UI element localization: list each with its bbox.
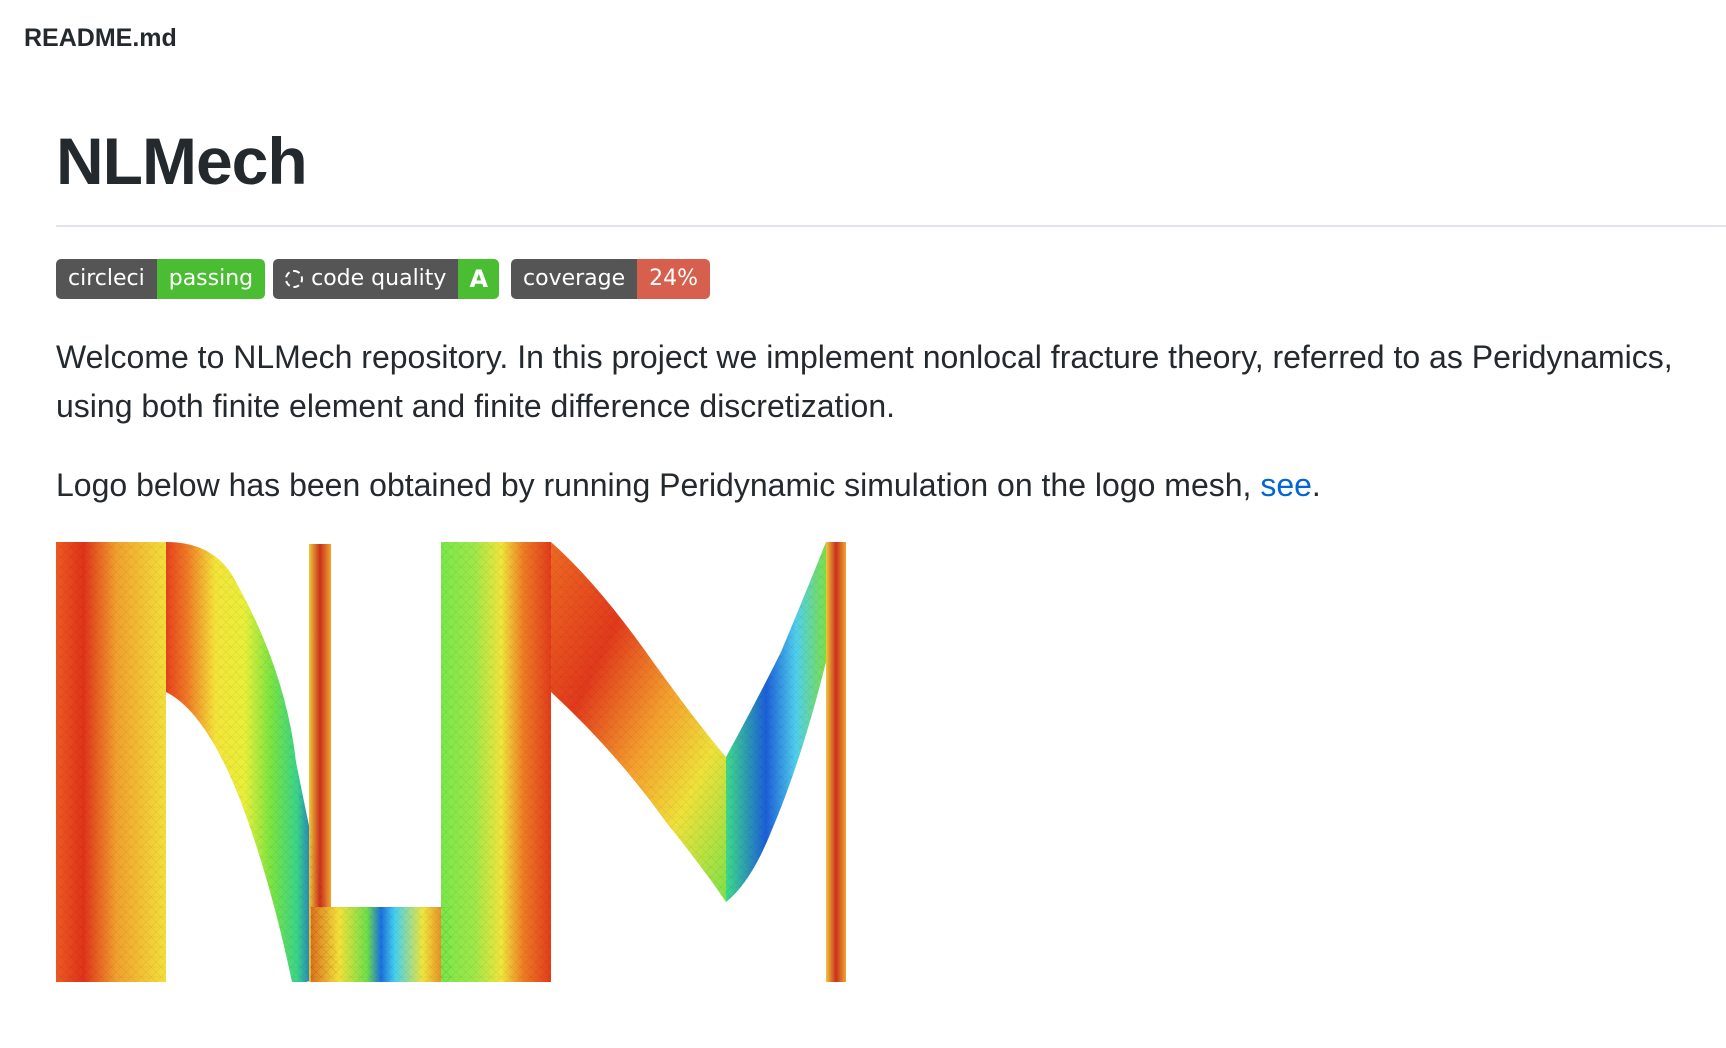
badge-label: code quality	[311, 266, 447, 291]
readme-file-header: README.md	[24, 24, 177, 52]
code-quality-icon	[285, 269, 304, 288]
badge-grade: A	[458, 258, 500, 299]
logo-text: Logo below has been obtained by running …	[56, 466, 1261, 503]
logo-text-end: .	[1311, 466, 1321, 503]
badge-coverage-value: 24%	[637, 258, 711, 299]
page-title: NLMech	[56, 124, 308, 198]
intro-paragraph: Welcome to NLMech repository. In this pr…	[56, 338, 1673, 424]
badge-row: circleci passing code quality A coverage…	[56, 258, 1726, 299]
badge-label-wrap: code quality	[273, 258, 459, 299]
logo-paragraph: Logo below has been obtained by running …	[56, 461, 1726, 510]
badge-label: circleci	[56, 258, 157, 299]
badge-status: passing	[156, 258, 266, 299]
coverage-badge[interactable]: coverage 24%	[511, 258, 711, 299]
circleci-badge[interactable]: circleci passing	[56, 258, 266, 299]
see-link[interactable]: see	[1260, 467, 1312, 503]
code-quality-badge[interactable]: code quality A	[273, 258, 500, 299]
readme-content: NLMech circleci passing code quality A c…	[56, 120, 1726, 982]
nlm-logo-image	[56, 541, 856, 982]
nlm-logo-svg	[56, 541, 846, 982]
title-divider	[56, 224, 1726, 227]
badge-label: coverage	[511, 258, 638, 299]
